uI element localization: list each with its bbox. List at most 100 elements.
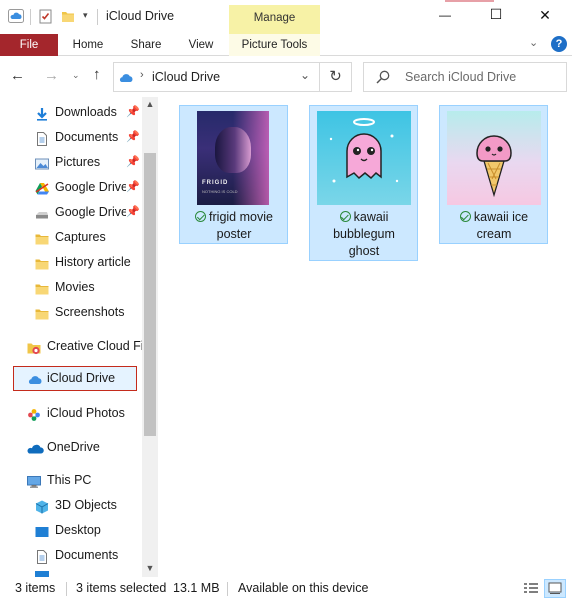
- 3d-objects-icon: [35, 498, 49, 514]
- qat-divider: [30, 9, 31, 25]
- address-field[interactable]: › iCloud Drive ⌄: [113, 62, 320, 92]
- nav-item-label: Documents: [55, 130, 119, 144]
- help-icon[interactable]: ?: [551, 36, 567, 52]
- forward-arrow-icon[interactable]: →: [44, 67, 59, 84]
- nav-item-3d-objects[interactable]: 3D Objects: [0, 493, 142, 517]
- nav-item-label: Captures: [55, 230, 106, 244]
- onedrive-icon: [26, 440, 44, 454]
- details-view-icon: [524, 583, 538, 593]
- nav-item-label: Pictures: [55, 155, 101, 169]
- poster-tagline: NOTHING IS COLD: [202, 189, 238, 194]
- scroll-thumb[interactable]: [144, 153, 156, 436]
- nav-item-history-article[interactable]: History article: [0, 250, 142, 274]
- nav-item-icloud-photos[interactable]: iCloud Photos: [0, 401, 142, 425]
- pin-icon: 📌: [126, 156, 140, 168]
- this-pc-icon: [27, 473, 41, 488]
- title-bar: ▾ iCloud Drive Manage — ☐ ✕: [0, 0, 572, 34]
- address-toolbar: ← → ⌄ ↑ › iCloud Drive ⌄ ↻ Search iCloud…: [0, 57, 572, 97]
- nav-item-label: 3D Objects: [55, 498, 117, 512]
- documents-icon: [35, 130, 49, 146]
- file-tile[interactable]: kawaii bubblegum ghost: [309, 105, 418, 261]
- large-icons-view-button[interactable]: [544, 579, 566, 598]
- nav-item-label: iCloud Photos: [47, 406, 125, 420]
- recent-locations-icon[interactable]: ⌄: [72, 70, 80, 81]
- file-name: frigid movie poster: [184, 209, 284, 243]
- tab-view[interactable]: View: [174, 34, 228, 56]
- ribbon-tab-strip: File Home Share View Picture Tools ⌄ ?: [0, 34, 572, 56]
- window-title: iCloud Drive: [106, 9, 175, 23]
- ice-cream-illustration: [476, 135, 512, 198]
- pin-icon: 📌: [126, 106, 140, 118]
- nav-item-downloads[interactable]: Downloads 📌: [0, 100, 142, 124]
- folder-icon: [35, 230, 49, 245]
- file-tile[interactable]: kawaii ice cream: [439, 105, 548, 244]
- up-arrow-icon[interactable]: ↑: [93, 66, 101, 83]
- nav-item-label: Screenshots: [55, 305, 125, 319]
- ribbon-expand-icon[interactable]: ⌄: [529, 36, 538, 49]
- nav-item-captures[interactable]: Captures: [0, 225, 142, 249]
- nav-item-onedrive[interactable]: OneDrive: [0, 435, 142, 459]
- properties-icon[interactable]: [39, 9, 53, 24]
- nav-scrollbar[interactable]: ▲ ▼: [142, 97, 158, 577]
- folder-icon: [35, 280, 49, 295]
- maximize-button[interactable]: ☐: [479, 6, 513, 23]
- nav-item-icloud-drive-selected[interactable]: iCloud Drive: [13, 366, 137, 391]
- folder-icon: [35, 255, 49, 270]
- status-divider: [227, 582, 228, 596]
- nav-item-creative-cloud[interactable]: Creative Cloud Fi: [0, 334, 142, 358]
- documents-icon: [35, 548, 49, 564]
- close-button[interactable]: ✕: [528, 7, 562, 24]
- pin-icon: 📌: [126, 131, 140, 143]
- tab-picture-tools[interactable]: Picture Tools: [229, 34, 320, 56]
- address-dropdown-icon[interactable]: ⌄: [300, 68, 310, 82]
- creative-cloud-files-icon: [27, 339, 41, 355]
- tab-file[interactable]: File: [0, 34, 58, 56]
- file-name: kawaii ice cream: [444, 209, 544, 243]
- nav-item-desktop[interactable]: Desktop: [0, 518, 142, 542]
- refresh-button[interactable]: ↻: [320, 62, 352, 92]
- nav-item-movies[interactable]: Movies: [0, 275, 142, 299]
- icloud-app-icon: [8, 9, 24, 23]
- manage-label: Manage: [253, 12, 296, 24]
- minimize-button[interactable]: —: [428, 8, 462, 22]
- breadcrumb-current[interactable]: iCloud Drive: [152, 70, 220, 84]
- icloud-location-icon: [118, 71, 134, 83]
- nav-item-documents[interactable]: Documents 📌: [0, 125, 142, 149]
- status-divider: [66, 582, 67, 596]
- navigation-pane: Downloads 📌 Documents 📌 Pictures 📌 Googl…: [0, 97, 158, 577]
- scroll-up-icon[interactable]: ▲: [142, 99, 158, 109]
- nav-item-pictures[interactable]: Pictures 📌: [0, 150, 142, 174]
- large-icons-view-icon: [548, 582, 562, 594]
- details-view-button[interactable]: [522, 580, 540, 597]
- selection-count: 3 items selected: [76, 581, 167, 595]
- search-icon: [376, 70, 390, 84]
- pin-icon: 📌: [126, 181, 140, 193]
- nav-item-screenshots[interactable]: Screenshots: [0, 300, 142, 324]
- folder-icon: [35, 305, 49, 320]
- nav-item-label: Google Drive: [55, 180, 126, 194]
- frigid-poster-thumbnail: FRIGID NOTHING IS COLD: [197, 111, 269, 205]
- nav-item-pc-documents[interactable]: Documents: [0, 543, 142, 567]
- nav-item-this-pc[interactable]: This PC: [0, 468, 142, 492]
- selection-size: 13.1 MB: [173, 581, 220, 595]
- search-field[interactable]: Search iCloud Drive: [363, 62, 567, 92]
- available-check-icon: [459, 211, 471, 222]
- nav-item-google-drive-2[interactable]: Google Drive 📌: [0, 200, 142, 224]
- icloud-drive-icon: [27, 373, 43, 385]
- qat-customize-icon[interactable]: ▾: [83, 10, 88, 21]
- nav-item-label: iCloud Drive: [47, 371, 116, 385]
- status-bar: 3 items 3 items selected 13.1 MB Availab…: [0, 577, 572, 600]
- nav-item-google-drive[interactable]: Google Drive 📌: [0, 175, 142, 199]
- back-arrow-icon[interactable]: ←: [10, 67, 25, 84]
- nav-item-label: OneDrive: [47, 440, 100, 454]
- tab-share[interactable]: Share: [118, 34, 174, 56]
- nav-item-label: Movies: [55, 280, 95, 294]
- ghost-illustration: [329, 118, 399, 183]
- scroll-down-icon[interactable]: ▼: [142, 563, 158, 573]
- refresh-icon: ↻: [329, 68, 342, 85]
- tab-home[interactable]: Home: [60, 34, 116, 56]
- file-tile[interactable]: FRIGID NOTHING IS COLD frigid movie poste…: [179, 105, 288, 244]
- download-arrow-icon: [35, 105, 49, 121]
- new-folder-icon[interactable]: [61, 10, 75, 23]
- breadcrumb-separator-icon: ›: [140, 69, 144, 81]
